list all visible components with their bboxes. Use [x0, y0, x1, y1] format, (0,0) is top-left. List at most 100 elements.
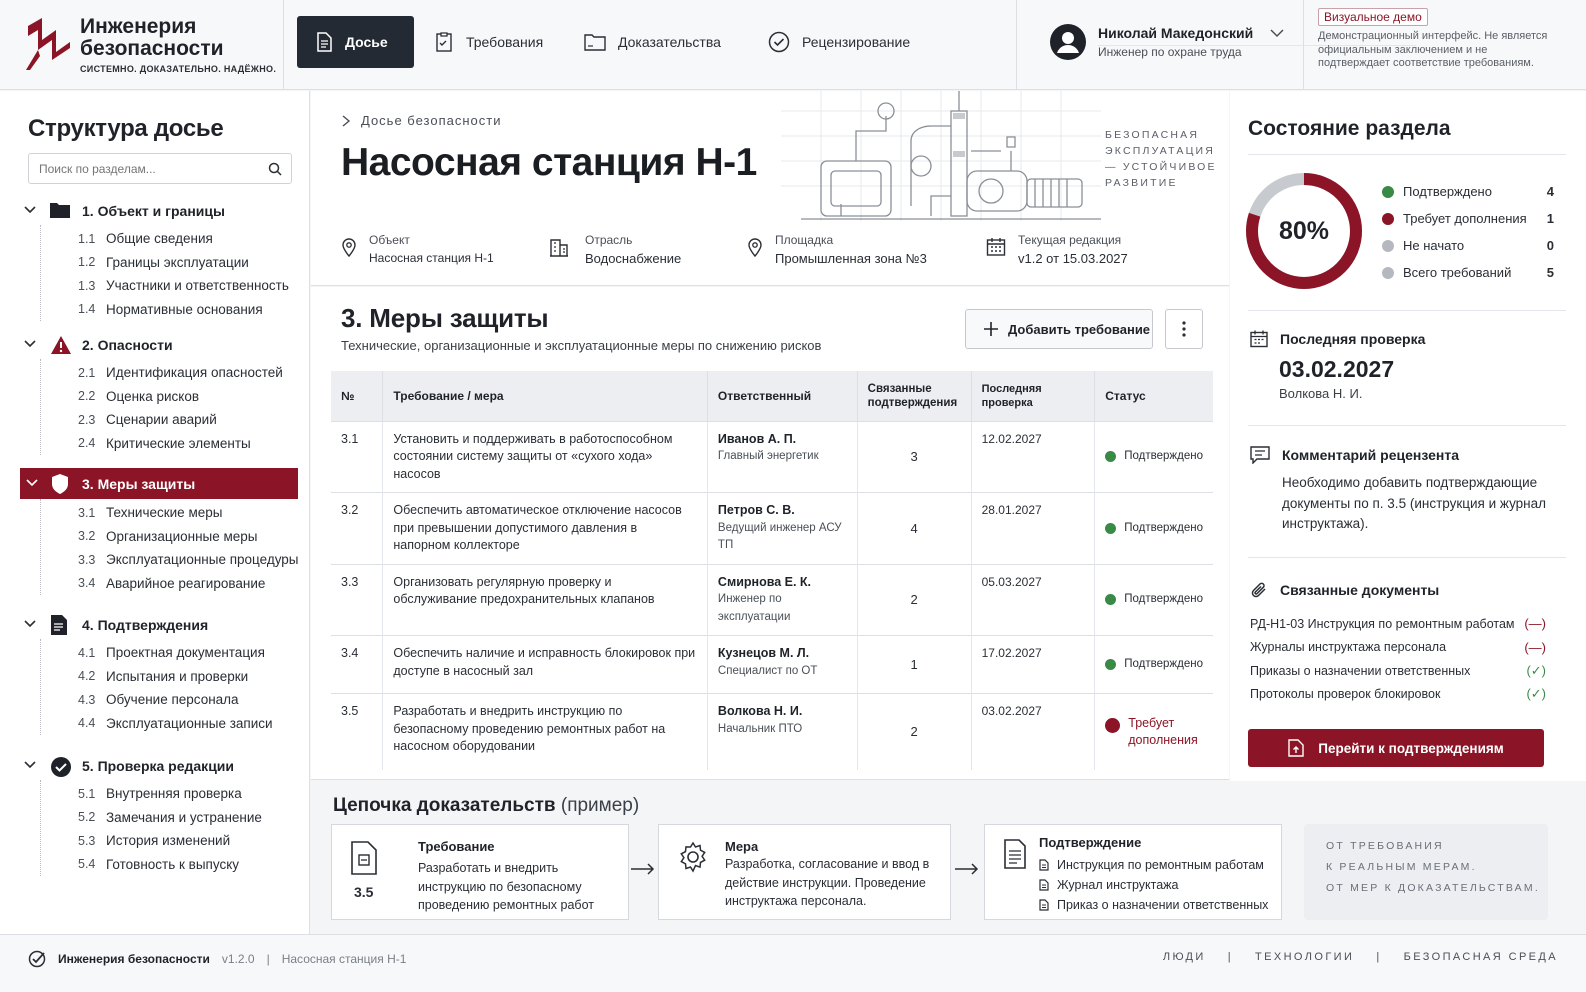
sidebar-item[interactable]: 5.2 Замечания и устранение: [41, 806, 310, 830]
sidebar-item-number: 3.4: [78, 576, 96, 591]
row-links-count[interactable]: 2: [857, 563, 972, 636]
document-icon: [317, 32, 332, 52]
sidebar-section-header[interactable]: 5. Проверка редакции: [0, 752, 310, 780]
logo[interactable]: Инженерия безопасности СИСТЕМНО. ДОКАЗАТЕ…: [24, 14, 284, 76]
user-menu[interactable]: Николай Македонский Инженер по охране тр…: [1050, 16, 1416, 72]
add-requirement-button[interactable]: Добавить требование: [965, 309, 1153, 349]
tab-dossier[interactable]: Досье: [297, 16, 414, 68]
sidebar-item[interactable]: 4.2 Испытания и проверки: [41, 665, 310, 689]
table-row[interactable]: 3.1 Установить и поддерживать в работосп…: [331, 420, 1213, 493]
chain-card-proof[interactable]: Подтверждение Инструкция по ремонтным ра…: [984, 824, 1282, 920]
proof-item[interactable]: Инструкция по ремонтным работам: [1039, 855, 1279, 875]
meta-key: Отрасль: [585, 233, 633, 247]
sidebar-item[interactable]: 4.1 Проектная документация: [41, 641, 310, 665]
column-header[interactable]: Ответственный: [707, 371, 858, 421]
column-header[interactable]: №: [331, 371, 384, 421]
sidebar-item-label: Технические меры: [106, 505, 223, 521]
tab-review[interactable]: Рецензирование: [750, 16, 928, 68]
sidebar-section-header[interactable]: 1. Объект и границы: [0, 197, 310, 225]
sidebar-section-header[interactable]: 4. Подтверждения: [0, 611, 310, 639]
sidebar-item[interactable]: 1.2 Границы эксплуатации: [41, 251, 310, 275]
logo-lightning-icon: [26, 18, 70, 70]
search-box[interactable]: [28, 153, 292, 184]
tab-label: Доказательства: [618, 34, 721, 50]
sidebar-item[interactable]: 5.4 Готовность к выпуску: [41, 853, 310, 877]
sidebar-item[interactable]: 4.4 Эксплуатационные записи: [41, 712, 310, 736]
row-status: Требует дополнения: [1094, 693, 1213, 770]
sidebar-item[interactable]: 1.3 Участники и ответственность: [41, 274, 310, 298]
proof-item[interactable]: Приказ о назначении ответственных: [1039, 895, 1279, 915]
demo-text: Демонстрационный интерфейс. Не является …: [1318, 30, 1548, 69]
doc-link[interactable]: Журналы инструктажа персонала (—): [1250, 636, 1546, 660]
doc-link[interactable]: Протоколы проверок блокировок (✓): [1250, 683, 1546, 707]
chevron-down-icon[interactable]: [24, 761, 36, 769]
sidebar-item[interactable]: 5.1 Внутренняя проверка: [41, 782, 310, 806]
sidebar-item[interactable]: 2.2 Оценка рисков: [41, 385, 310, 409]
sidebar-item-number: 3.3: [78, 552, 96, 567]
sidebar-item[interactable]: 5.3 История изменений: [41, 829, 310, 853]
breadcrumb[interactable]: Досье безопасности: [341, 113, 501, 128]
sidebar-item[interactable]: 3.2 Организационные меры: [41, 525, 310, 549]
sidebar-item[interactable]: 1.1 Общие сведения: [41, 227, 310, 251]
tab-requirements[interactable]: Требования: [416, 16, 561, 68]
row-links-count[interactable]: 3: [857, 420, 972, 493]
sidebar-item[interactable]: 2.3 Сценарии аварий: [41, 408, 310, 432]
sidebar-item[interactable]: 4.3 Обучение персонала: [41, 688, 310, 712]
sidebar-item[interactable]: 2.4 Критические элементы: [41, 432, 310, 456]
gear-icon: [680, 841, 706, 873]
tab-label: Рецензирование: [802, 34, 911, 50]
sidebar-item[interactable]: 3.1 Технические меры: [41, 501, 310, 525]
search-icon[interactable]: [268, 162, 282, 176]
chain-title: Цепочка доказательств (пример): [333, 795, 639, 817]
chain-card-text: Разработать и внедрить инструкцию по без…: [418, 861, 594, 912]
sidebar-item-label: Аварийное реагирование: [106, 575, 266, 591]
sidebar-section-header[interactable]: 2. Опасности: [0, 331, 310, 359]
search-input[interactable]: [29, 154, 259, 183]
table-row[interactable]: 3.2 Обеспечить автоматическое отключение…: [331, 492, 1213, 564]
building-icon: [550, 239, 568, 257]
sidebar-item[interactable]: 3.4 Аварийное реагирование: [41, 572, 310, 596]
sidebar-item-label: Эксплуатационные процедуры: [106, 552, 299, 568]
legend-dot-gray: [1382, 239, 1394, 252]
pump-station-illustration: [781, 91, 1101, 221]
footer-separator: |: [1227, 951, 1233, 963]
chevron-down-icon[interactable]: [1270, 28, 1284, 38]
column-header[interactable]: Последняя проверка: [971, 371, 1096, 421]
status-label: Подтверждено: [1124, 521, 1203, 534]
chain-card-head: Требование: [418, 839, 495, 854]
sidebar-item[interactable]: 3.3 Эксплуатационные процедуры: [41, 548, 310, 572]
proof-item[interactable]: Журнал инструктажа: [1039, 875, 1279, 895]
status-label: Подтверждено: [1124, 657, 1203, 670]
evidence-chain: Цепочка доказательств (пример) Требовани…: [311, 781, 1586, 934]
sidebar-item[interactable]: 1.4 Нормативные основания: [41, 298, 310, 322]
column-header[interactable]: Статус: [1094, 371, 1213, 421]
chevron-down-icon[interactable]: [24, 620, 36, 628]
sidebar-item-label: Участники и ответственность: [106, 278, 289, 294]
chain-card-requirement[interactable]: Требование 3.5 Разработать и внедрить ин…: [331, 824, 629, 920]
go-to-confirmations-button[interactable]: Перейти к подтверждениям: [1248, 729, 1544, 767]
doc-link[interactable]: Приказы о назначении ответственных (✓): [1250, 659, 1546, 683]
sidebar-section-protection: 3. Меры защиты 3.1 Технические меры 3.2 Ор…: [0, 468, 310, 595]
chevron-down-icon[interactable]: [26, 479, 38, 487]
chevron-down-icon[interactable]: [24, 206, 36, 214]
table-row[interactable]: 3.4 Обеспечить наличие и исправность бло…: [331, 635, 1213, 694]
row-links-count[interactable]: 4: [857, 492, 972, 564]
sidebar-item-label: История изменений: [106, 833, 231, 849]
chevron-down-icon[interactable]: [24, 340, 36, 348]
doc-link[interactable]: РД-Н1-03 Инструкция по ремонтным работам…: [1250, 612, 1546, 636]
column-header[interactable]: Связанные подтверждения: [857, 371, 972, 421]
row-links-count[interactable]: 2: [857, 693, 972, 770]
row-links-count[interactable]: 1: [857, 635, 972, 694]
sidebar-section-header-active[interactable]: 3. Меры защиты: [20, 468, 298, 499]
more-options-button[interactable]: [1165, 309, 1203, 349]
column-header[interactable]: Требование / мера: [382, 371, 708, 421]
document-upload-icon: [1288, 739, 1304, 757]
table-row[interactable]: 3.5 Разработать и внедрить инструкцию по…: [331, 693, 1213, 770]
sidebar-item[interactable]: 2.1 Идентификация опасностей: [41, 361, 310, 385]
file-icon: [1039, 879, 1049, 891]
table-row[interactable]: 3.3 Организовать регулярную проверку и о…: [331, 563, 1213, 636]
chain-card-measure[interactable]: Мера Разработка, согласование и ввод в д…: [658, 824, 951, 920]
tab-evidence[interactable]: Доказательства: [566, 16, 739, 68]
last-check-date: 03.02.2027: [1279, 356, 1395, 382]
status-label: Подтверждено: [1124, 593, 1203, 605]
